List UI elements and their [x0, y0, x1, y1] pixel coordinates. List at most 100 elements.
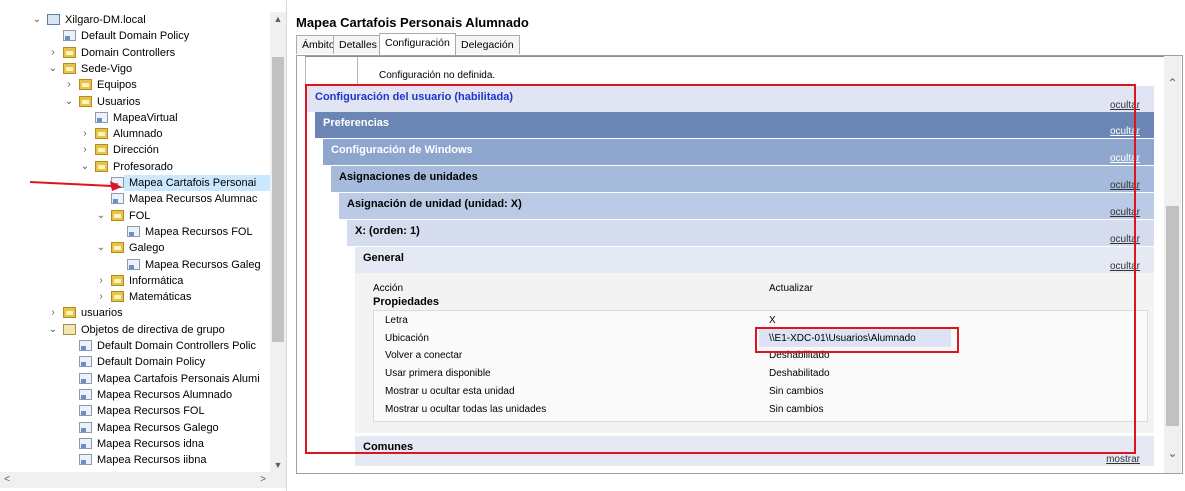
tree-horizontal-scrollbar[interactable]: < >: [0, 472, 286, 488]
tree-item[interactable]: ⌄ FOL: [0, 208, 270, 224]
scroll-up-icon[interactable]: ▲: [270, 12, 286, 26]
gpo-icon: [79, 421, 92, 433]
tab-configuracion[interactable]: Configuración: [379, 33, 456, 55]
tree-item[interactable]: ⌄ Sede-Vigo: [0, 61, 270, 77]
tree-item[interactable]: › Alumnado: [0, 126, 270, 142]
properties-heading: Propiedades: [373, 296, 440, 308]
chevron-right-icon[interactable]: ›: [64, 77, 74, 93]
gpo-icon: [63, 30, 76, 42]
chevron-down-icon[interactable]: ⌄: [48, 61, 58, 77]
hide-link[interactable]: ocultar: [1110, 261, 1140, 272]
chevron-right-icon[interactable]: ›: [48, 45, 58, 61]
scroll-down-icon[interactable]: ▼: [270, 458, 286, 472]
tree-item-label: Profesorado: [113, 160, 173, 173]
tree-item-label: Mapea Cartafois Personais Alumi: [97, 372, 260, 385]
chevron-right-icon[interactable]: ›: [80, 142, 90, 158]
tree-item-label: Domain Controllers: [81, 46, 176, 59]
tree-item[interactable]: Mapea Recursos idna: [0, 436, 270, 452]
chevron-down-icon[interactable]: ⌄: [96, 208, 106, 224]
show-link[interactable]: mostrar: [1106, 454, 1140, 465]
folder-icon: [63, 46, 76, 58]
folder-icon: [111, 274, 124, 286]
tree-item[interactable]: Mapea Recursos Alumnac: [0, 191, 270, 207]
tree-item[interactable]: ⌄ Galego: [0, 240, 270, 256]
chevron-down-icon[interactable]: ⌄: [1164, 444, 1181, 462]
folder-icon: [95, 160, 108, 172]
tree-item[interactable]: Default Domain Policy: [0, 354, 270, 370]
property-value: Sin cambios: [769, 386, 824, 397]
tree-scroll-thumb[interactable]: [272, 57, 284, 342]
chevron-right-icon[interactable]: ›: [80, 126, 90, 142]
tree-item[interactable]: › Domain Controllers: [0, 45, 270, 61]
tree-item-label: Mapea Cartafois Personai: [129, 177, 257, 189]
tree-item[interactable]: ⌄ Objetos de directiva de grupo: [0, 322, 270, 338]
gpo-icon: [127, 225, 140, 237]
tree-item-label: Default Domain Policy: [97, 356, 206, 369]
report-scroll-thumb[interactable]: [1166, 206, 1179, 426]
property-name: Letra: [385, 315, 408, 326]
tree-item[interactable]: Mapea Cartafois Personais Alumi: [0, 371, 270, 387]
hide-link[interactable]: ocultar: [1110, 180, 1140, 191]
hide-link[interactable]: ocultar: [1110, 153, 1140, 164]
tree-item[interactable]: › Matemáticas: [0, 289, 270, 305]
gpo-icon: [79, 405, 92, 417]
tree-item-label: Mapea Recursos Galeg: [145, 258, 261, 271]
tree-item[interactable]: ⌄ Xilgaro-DM.local: [0, 12, 270, 28]
tab-delegacion[interactable]: Delegación: [455, 35, 520, 54]
tree-item[interactable]: MapeaVirtual: [0, 110, 270, 126]
tree-item-label: Dirección: [113, 144, 159, 157]
section-title: Configuración de Windows: [331, 144, 473, 156]
tree-item[interactable]: Default Domain Controllers Polic: [0, 338, 270, 354]
hide-link[interactable]: ocultar: [1110, 234, 1140, 245]
tree-item-label: Mapea Recursos iibna: [97, 454, 207, 467]
tree-item[interactable]: › Equipos: [0, 77, 270, 93]
tree-item[interactable]: Mapea Recursos iibna: [0, 452, 270, 468]
scroll-right-icon[interactable]: >: [256, 472, 270, 488]
tab-detalles[interactable]: Detalles: [333, 35, 383, 54]
hide-link[interactable]: ocultar: [1110, 126, 1140, 137]
tree-item[interactable]: Mapea Recursos FOL: [0, 224, 270, 240]
tree-item[interactable]: ⌄ Usuarios: [0, 94, 270, 110]
chevron-down-icon[interactable]: ⌄: [96, 240, 106, 256]
hide-link[interactable]: ocultar: [1110, 100, 1140, 111]
console-tree: ⌄ Xilgaro-DM.local Default Domain Policy › D…: [0, 0, 287, 491]
scroll-left-icon[interactable]: <: [0, 472, 14, 488]
tree-item-label: Matemáticas: [129, 291, 192, 304]
tree-vertical-scrollbar[interactable]: ▲ ▼: [270, 12, 286, 472]
tree-item-label: Alumnado: [113, 128, 163, 141]
chevron-right-icon[interactable]: ›: [96, 273, 106, 289]
chevron-down-icon[interactable]: ⌄: [64, 94, 74, 110]
tree-item[interactable]: › usuarios: [0, 305, 270, 321]
tree-item-label: Mapea Recursos idna: [97, 437, 205, 450]
chevron-down-icon[interactable]: ⌄: [48, 322, 58, 338]
tree-item[interactable]: › Dirección: [0, 142, 270, 158]
tree-item[interactable]: Mapea Recursos FOL: [0, 403, 270, 419]
tree-item[interactable]: › Informática: [0, 273, 270, 289]
tree-item[interactable]: ⌄ Profesorado: [0, 159, 270, 175]
chevron-right-icon[interactable]: ›: [48, 305, 58, 321]
section-header-preferences: Preferencias ocultar: [315, 112, 1154, 138]
tree-item-label: Default Domain Controllers Polic: [97, 340, 256, 352]
tree-item[interactable]: Mapea Recursos Galego: [0, 420, 270, 436]
settings-report: Configuración no definida. Configuración…: [297, 56, 1164, 473]
tree-item-label: Xilgaro-DM.local: [65, 14, 146, 26]
gpo-icon: [111, 193, 124, 205]
report-vertical-scrollbar[interactable]: ⌃ ⌄: [1164, 56, 1181, 473]
section-header-x-order: X: (orden: 1) ocultar: [347, 220, 1154, 246]
tree-item-label: Mapea Recursos FOL: [97, 405, 205, 418]
tree-item-label: Default Domain Policy: [81, 30, 190, 43]
property-name: Mostrar u ocultar esta unidad: [385, 386, 515, 397]
tree-item-label: usuarios: [81, 307, 123, 320]
chevron-right-icon[interactable]: ›: [96, 289, 106, 305]
section-header-drive-map-x: Asignación de unidad (unidad: X) ocultar: [339, 193, 1154, 219]
gpo-icon: [79, 340, 92, 351]
property-value: \\E1-XDC-01\Usuarios\Alumnado: [769, 333, 916, 344]
tree-item[interactable]: Default Domain Policy: [0, 28, 270, 44]
tree-item[interactable]: Mapea Cartafois Personai: [111, 175, 270, 191]
chevron-up-icon[interactable]: ⌃: [1164, 74, 1181, 92]
hide-link[interactable]: ocultar: [1110, 207, 1140, 218]
tree-item[interactable]: Mapea Recursos Alumnado: [0, 387, 270, 403]
tree-item[interactable]: Mapea Recursos Galeg: [0, 257, 270, 273]
chevron-down-icon[interactable]: ⌄: [32, 12, 42, 28]
chevron-down-icon[interactable]: ⌄: [80, 159, 90, 175]
